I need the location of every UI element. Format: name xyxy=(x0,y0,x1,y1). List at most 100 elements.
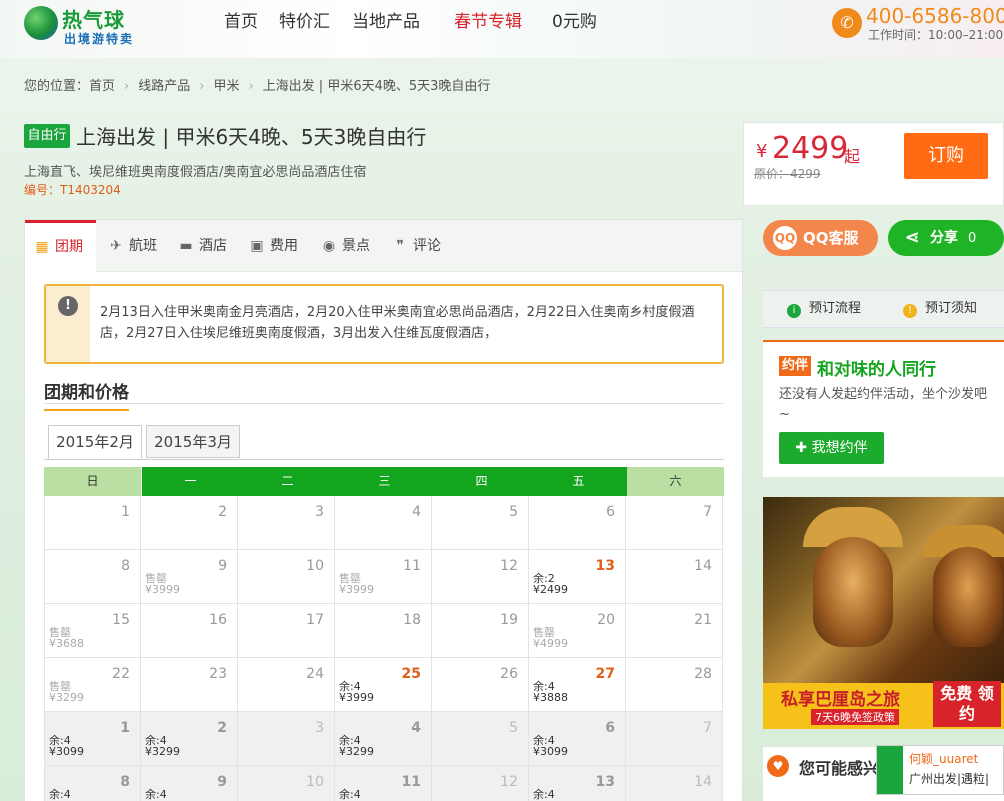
hotline-number: 400-6586-800 xyxy=(866,4,1004,28)
calendar-day: 9 售罄 ¥3999 xyxy=(141,550,238,604)
order-button[interactable]: 订购 xyxy=(904,133,988,179)
day-number: 14 xyxy=(694,558,712,574)
weekday-header: 六 xyxy=(627,467,724,496)
day-number: 7 xyxy=(703,504,712,520)
tab-reviews[interactable]: ❞ 评论 xyxy=(391,220,441,272)
booking-process-link[interactable]: i 预订流程 xyxy=(787,291,861,327)
calendar-day: 12 xyxy=(432,550,529,604)
breadcrumb-routes[interactable]: 线路产品 xyxy=(138,79,190,94)
day-number: 3 xyxy=(315,504,324,520)
day-number: 21 xyxy=(694,612,712,628)
day-number: 1 xyxy=(121,504,130,520)
calendar-day[interactable]: 4 余:4 ¥3299 xyxy=(335,712,432,766)
share-label: 分享 xyxy=(930,230,958,246)
alert-icon: ! xyxy=(58,296,78,316)
day-price: ¥3299 xyxy=(145,745,180,758)
calendar-day: 22 售罄 ¥3299 xyxy=(44,658,141,712)
remaining-seats: 余:4 xyxy=(339,788,361,801)
calendar-day[interactable]: 6 余:4 ¥3099 xyxy=(529,712,626,766)
day-number: 11 xyxy=(401,774,421,790)
day-price: ¥3299 xyxy=(339,745,374,758)
calendar-day: 11 售罄 ¥3999 xyxy=(335,550,432,604)
calendar-icon: ▦ xyxy=(35,239,49,255)
day-number: 12 xyxy=(500,558,518,574)
site-header: 热气球 出境游特卖 首页 特价汇 当地产品 春节专辑 0元购 ✆ 400-658… xyxy=(0,0,1004,58)
tab-flights[interactable]: ✈ 航班 xyxy=(107,220,157,272)
calendar-day[interactable]: 1 余:4 ¥3099 xyxy=(44,712,141,766)
calendar-day[interactable]: 11 余:4 xyxy=(335,766,432,801)
product-code: 编号：T1403204 xyxy=(24,183,121,197)
share-icon: ⋖ xyxy=(904,227,920,248)
weekday-header: 四 xyxy=(433,467,530,496)
nav-deals[interactable]: 特价汇 xyxy=(279,10,330,34)
day-price: ¥3999 xyxy=(339,583,374,596)
calendar-day: 17 xyxy=(238,604,335,658)
month-tab-feb[interactable]: 2015年2月 xyxy=(48,425,142,459)
breadcrumb: 您的位置：首页 › 线路产品 › 甲米 › 上海出发 | 甲米6天4晚、5天3晚自由行 xyxy=(24,75,490,94)
price-value: 2499 xyxy=(772,131,849,166)
tab-dates[interactable]: ▦ 团期 xyxy=(25,220,96,273)
yueban-title: 和对味的人同行 xyxy=(817,360,936,380)
site-logo[interactable]: 热气球 出境游特卖 xyxy=(24,4,154,48)
tab-label: 评论 xyxy=(413,238,441,254)
breadcrumb-krabi[interactable]: 甲米 xyxy=(213,79,239,94)
price-box: ¥ 2499 起 原价：4299 订购 xyxy=(743,122,1004,206)
tab-label: 费用 xyxy=(270,238,298,254)
tab-attractions[interactable]: ◉ 景点 xyxy=(320,220,370,272)
calendar-day: 7 xyxy=(626,712,723,766)
process-label: 预订流程 xyxy=(809,301,862,316)
day-number: 11 xyxy=(403,558,421,574)
day-number: 2 xyxy=(218,504,227,520)
calendar-day[interactable]: 25 余:4 ¥3999 xyxy=(335,658,432,712)
day-number: 4 xyxy=(412,504,421,520)
calendar-day[interactable]: 13 余:4 xyxy=(529,766,626,801)
detail-tabs: ▦ 团期 ✈ 航班 ▬ 酒店 ▣ 费用 ◉ 景点 ❞ 评论 xyxy=(25,220,742,273)
calendar-day[interactable]: 8 余:4 xyxy=(44,766,141,801)
day-number: 14 xyxy=(694,774,712,790)
qq-label: QQ客服 xyxy=(803,229,859,247)
bali-promo-banner[interactable]: 私享巴厘岛之旅 7天6晚免签政策 免费 领约 xyxy=(763,497,1004,729)
nav-free-buy[interactable]: 0元购 xyxy=(552,10,597,34)
day-number: 26 xyxy=(500,666,518,682)
day-number: 6 xyxy=(606,504,615,520)
day-number: 18 xyxy=(403,612,421,628)
booking-info-bar: i 预订流程 ! 预订须知 xyxy=(763,290,1004,328)
weekday-header: 三 xyxy=(336,467,433,496)
find-buddy-button[interactable]: ✚ 我想约伴 xyxy=(779,432,884,464)
calendar-day[interactable]: 27 余:4 ¥3888 xyxy=(529,658,626,712)
breadcrumb-home[interactable]: 首页 xyxy=(89,79,115,94)
tab-hotels[interactable]: ▬ 酒店 xyxy=(177,220,227,272)
tab-label: 航班 xyxy=(129,238,157,254)
weekday-header: 二 xyxy=(239,467,336,496)
day-price: ¥3099 xyxy=(533,745,568,758)
calendar-day: 14 xyxy=(626,766,723,801)
tab-fees[interactable]: ▣ 费用 xyxy=(248,220,298,272)
calendar-day[interactable]: 9 余:4 xyxy=(141,766,238,801)
day-number: 23 xyxy=(209,666,227,682)
calendar-day: 14 xyxy=(626,550,723,604)
calendar-day[interactable]: 13 余:2 ¥2499 xyxy=(529,550,626,604)
weekday-header: 五 xyxy=(530,467,627,496)
day-number: 16 xyxy=(209,612,227,628)
wallet-icon: ▣ xyxy=(250,238,264,254)
nav-spring-festival[interactable]: 春节专辑 xyxy=(454,10,522,34)
section-title: 团期和价格 xyxy=(44,378,129,411)
nav-home[interactable]: 首页 xyxy=(224,10,258,34)
calendar-day: 1 xyxy=(44,496,141,550)
day-number: 8 xyxy=(121,558,130,574)
booking-notes-link[interactable]: ! 预订须知 xyxy=(903,291,977,327)
logo-title: 热气球 xyxy=(62,8,125,32)
calendar-day: 26 xyxy=(432,658,529,712)
remaining-seats: 余:4 xyxy=(145,788,167,801)
share-button[interactable]: ⋖ 分享 0 xyxy=(888,220,1004,256)
nav-local-products[interactable]: 当地产品 xyxy=(352,10,420,34)
notes-label: 预订须知 xyxy=(925,301,978,316)
qq-service-button[interactable]: QQ QQ客服 xyxy=(763,220,878,256)
chat-popup[interactable]: 何颖_uuaret 广州出发|遇粒| xyxy=(876,745,1004,795)
day-number: 12 xyxy=(500,774,518,790)
calendar-day[interactable]: 2 余:4 ¥3299 xyxy=(141,712,238,766)
day-number: 13 xyxy=(595,558,615,574)
month-tab-mar[interactable]: 2015年3月 xyxy=(146,425,240,458)
calendar-day: 2 xyxy=(141,496,238,550)
banner-badge: 免费 领约 xyxy=(933,681,1001,727)
